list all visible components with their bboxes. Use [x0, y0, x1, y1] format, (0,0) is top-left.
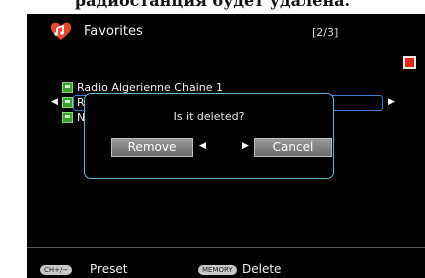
cancel-button[interactable]: Cancel	[254, 138, 332, 157]
remove-button[interactable]: Remove	[111, 138, 193, 157]
red-square-icon	[403, 56, 416, 69]
footer: CH+/− Preset MEMORY Delete	[27, 247, 425, 278]
left-arrow-icon[interactable]: ◀	[51, 97, 58, 107]
heart-radio-icon	[50, 22, 72, 40]
delete-label: Delete	[242, 262, 282, 276]
folder-icon	[62, 97, 73, 108]
preset-label: Preset	[90, 262, 128, 276]
confirm-dialog: Is it deleted? Remove ◀ ▶ Cancel	[84, 93, 334, 179]
right-arrow-icon[interactable]: ▶	[242, 141, 249, 151]
header: Favorites [2/3]	[27, 14, 425, 46]
page-count: [2/3]	[312, 26, 339, 39]
dialog-message: Is it deleted?	[173, 110, 245, 123]
ch-key-icon: CH+/−	[40, 265, 73, 275]
tv-screen: Favorites [2/3] Radio Algerienne Chaine …	[27, 14, 425, 278]
page-caption: радиостанция будет удалена.	[74, 0, 351, 10]
right-arrow-icon[interactable]: ▶	[388, 97, 395, 107]
left-arrow-icon[interactable]: ◀	[199, 141, 206, 151]
memory-key-icon: MEMORY	[198, 265, 237, 275]
header-title: Favorites	[84, 24, 143, 39]
folder-icon	[62, 112, 73, 123]
folder-icon	[62, 82, 73, 93]
